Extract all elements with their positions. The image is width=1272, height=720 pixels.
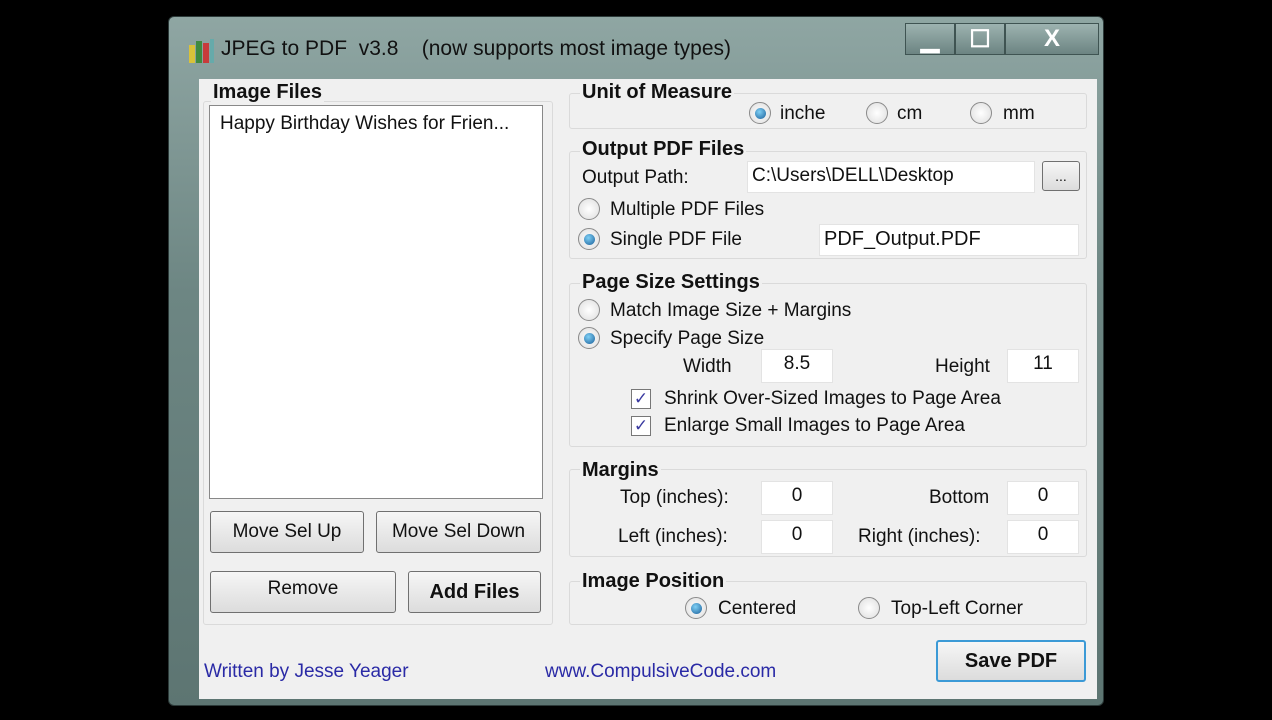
unit-mm-label: mm bbox=[1003, 103, 1035, 124]
move-sel-up-button[interactable]: Move Sel Up bbox=[210, 511, 364, 553]
width-input[interactable]: 8.5 bbox=[761, 349, 833, 383]
app-icon bbox=[189, 39, 214, 63]
specify-page-size-label: Specify Page Size bbox=[610, 328, 765, 349]
height-input[interactable]: 11 bbox=[1007, 349, 1079, 383]
bottom-margin-input[interactable]: 0 bbox=[1007, 481, 1079, 515]
output-path-label: Output Path: bbox=[582, 167, 689, 188]
top-left-corner-radio[interactable] bbox=[858, 597, 880, 619]
height-label: Height bbox=[935, 356, 990, 377]
centered-radio[interactable] bbox=[685, 597, 707, 619]
list-item[interactable]: Happy Birthday Wishes for Frien... bbox=[210, 106, 542, 142]
maximize-button[interactable]: ☐ bbox=[955, 23, 1005, 55]
shrink-label: Shrink Over-Sized Images to Page Area bbox=[664, 388, 1001, 409]
add-files-button[interactable]: Add Files bbox=[408, 571, 541, 613]
match-image-size-radio[interactable] bbox=[578, 299, 600, 321]
multiple-pdf-radio[interactable] bbox=[578, 198, 600, 220]
minimize-button[interactable]: ▁ bbox=[905, 23, 955, 55]
image-position-label: Image Position bbox=[580, 570, 727, 593]
right-margin-label: Right (inches): bbox=[858, 526, 981, 547]
output-label: Output PDF Files bbox=[580, 138, 747, 161]
top-margin-input[interactable]: 0 bbox=[761, 481, 833, 515]
left-margin-label: Left (inches): bbox=[618, 526, 728, 547]
app-window: JPEG to PDF v3.8 (now supports most imag… bbox=[168, 16, 1104, 706]
image-files-list[interactable]: Happy Birthday Wishes for Frien... bbox=[209, 105, 543, 499]
shrink-checkbox[interactable]: ✓ bbox=[631, 389, 651, 409]
browse-button[interactable]: ... bbox=[1042, 161, 1080, 191]
match-image-size-label: Match Image Size + Margins bbox=[610, 300, 852, 321]
enlarge-label: Enlarge Small Images to Page Area bbox=[664, 415, 966, 436]
unit-inche-radio[interactable] bbox=[749, 102, 771, 124]
unit-mm-radio[interactable] bbox=[970, 102, 992, 124]
top-left-corner-label: Top-Left Corner bbox=[891, 598, 1024, 619]
bottom-margin-label: Bottom bbox=[929, 487, 990, 508]
single-pdf-label: Single PDF File bbox=[610, 229, 742, 250]
unit-cm-radio[interactable] bbox=[866, 102, 888, 124]
enlarge-checkbox[interactable]: ✓ bbox=[631, 416, 651, 436]
remove-button[interactable]: Remove bbox=[210, 571, 396, 613]
left-margin-input[interactable]: 0 bbox=[761, 520, 833, 554]
author-link[interactable]: Written by Jesse Yeager bbox=[204, 661, 409, 683]
width-label: Width bbox=[683, 356, 732, 377]
top-margin-label: Top (inches): bbox=[620, 487, 729, 508]
single-pdf-radio[interactable] bbox=[578, 228, 600, 250]
multiple-pdf-label: Multiple PDF Files bbox=[610, 199, 765, 220]
save-pdf-button[interactable]: Save PDF bbox=[936, 640, 1086, 682]
image-files-label: Image Files bbox=[211, 81, 324, 104]
unit-inche-label: inche bbox=[780, 103, 826, 124]
pdf-filename-input[interactable]: PDF_Output.PDF bbox=[819, 224, 1079, 256]
specify-page-size-radio[interactable] bbox=[578, 327, 600, 349]
right-margin-input[interactable]: 0 bbox=[1007, 520, 1079, 554]
output-path-input[interactable]: C:\Users\DELL\Desktop bbox=[747, 161, 1035, 193]
unit-cm-label: cm bbox=[897, 103, 923, 124]
move-sel-down-button[interactable]: Move Sel Down bbox=[376, 511, 541, 553]
margins-label: Margins bbox=[580, 459, 661, 482]
window-title: JPEG to PDF v3.8 (now supports most imag… bbox=[221, 37, 732, 60]
website-link[interactable]: www.CompulsiveCode.com bbox=[545, 661, 776, 683]
close-button[interactable]: X bbox=[1005, 23, 1099, 55]
page-size-label: Page Size Settings bbox=[580, 271, 762, 294]
unit-label: Unit of Measure bbox=[580, 81, 735, 104]
centered-label: Centered bbox=[718, 598, 797, 619]
